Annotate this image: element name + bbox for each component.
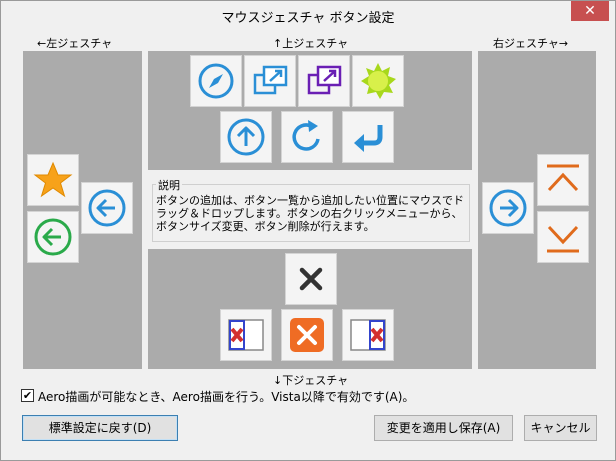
window-title: マウスジェスチャ ボタン設定 [221, 11, 395, 26]
down-gesture-panel[interactable] [148, 249, 472, 369]
reload-button[interactable] [281, 111, 333, 163]
return-arrow-icon [354, 125, 383, 152]
description-title: 説明 [156, 177, 182, 193]
page-top-button[interactable] [537, 154, 589, 206]
star-icon [33, 161, 73, 198]
close-right-tabs-button[interactable] [342, 309, 394, 361]
apply-save-button[interactable]: 変更を適用し保存(A) [374, 415, 513, 441]
arrow-right-circle-icon [489, 189, 527, 227]
close-tab-button[interactable] [285, 253, 337, 305]
arrow-left-circle-blue-icon [88, 189, 126, 227]
close-right-panel-icon [350, 319, 386, 351]
green-sun-button[interactable] [352, 55, 404, 107]
cancel-button[interactable]: キャンセル [524, 415, 597, 441]
left-gesture-panel[interactable] [23, 51, 142, 369]
aero-checkbox-label[interactable]: Aero描画が可能なとき、Aero描画を行う。Vista以降で有効です(A)。 [38, 388, 414, 405]
down-gesture-label: ↓下ジェスチャ [273, 374, 349, 387]
browser-button[interactable] [190, 55, 242, 107]
chevron-down-orange-icon [547, 225, 579, 253]
close-left-panel-icon [228, 319, 264, 351]
description-text: ボタンの追加は、ボタン一覧から追加したい位置にマウスでドラッグ＆ドロップします。… [156, 194, 464, 233]
reload-icon [292, 120, 320, 151]
chevron-up-orange-icon [547, 164, 579, 192]
window-close-button[interactable]: ✕ [571, 1, 609, 21]
popout-blue-button[interactable] [244, 55, 296, 107]
return-button[interactable] [342, 111, 394, 163]
popout-purple-icon [307, 65, 342, 95]
close-x-orange-icon [290, 318, 324, 352]
description-group: 説明 ボタンの追加は、ボタン一覧から追加したい位置にマウスでドラッグ＆ドロップし… [148, 172, 472, 246]
back-green-button[interactable] [27, 211, 79, 263]
page-bottom-button[interactable] [537, 211, 589, 263]
close-x-gray-icon [299, 267, 323, 291]
star-button[interactable] [27, 154, 79, 206]
compass-icon [198, 63, 234, 99]
aero-checkbox[interactable]: ✔ [21, 389, 34, 402]
left-gesture-label: ←左ジェスチャ [37, 37, 113, 50]
title-bar: マウスジェスチャ ボタン設定 ✕ [1, 1, 615, 31]
up-gesture-label: ↑上ジェスチャ [273, 37, 349, 50]
scroll-top-button[interactable] [220, 111, 272, 163]
arrow-left-circle-green-icon [34, 218, 72, 256]
dialog-window: マウスジェスチャ ボタン設定 ✕ ←左ジェスチャ ↑上ジェスチャ 右ジェスチャ→ [0, 0, 616, 461]
right-gesture-panel[interactable] [478, 51, 596, 369]
green-sun-icon [361, 63, 396, 99]
close-all-button[interactable] [281, 309, 333, 361]
popout-purple-button[interactable] [298, 55, 350, 107]
arrow-up-circle-icon [227, 118, 265, 156]
right-gesture-label: 右ジェスチャ→ [493, 37, 569, 50]
close-left-tabs-button[interactable] [220, 309, 272, 361]
reset-defaults-button[interactable]: 標準設定に戻す(D) [22, 415, 178, 441]
up-gesture-panel[interactable] [148, 51, 472, 170]
forward-button[interactable] [482, 182, 534, 234]
popout-blue-icon [253, 65, 288, 95]
back-blue-button[interactable] [81, 182, 133, 234]
